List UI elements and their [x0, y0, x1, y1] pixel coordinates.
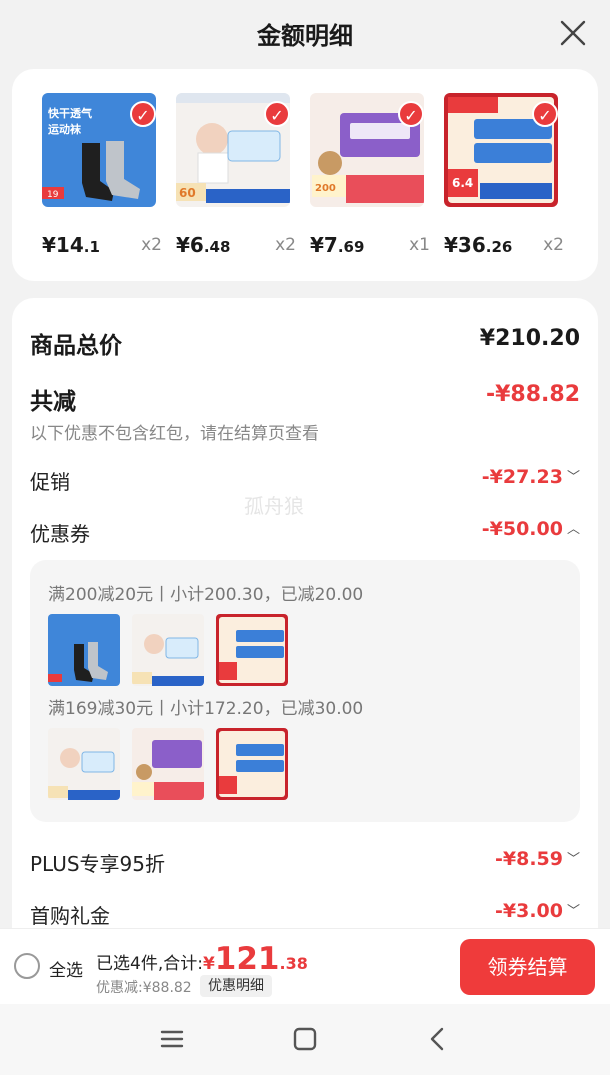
promo-row[interactable]: 促销 -¥27.23 ﹀: [30, 466, 580, 494]
chevron-down-icon[interactable]: ﹀: [567, 900, 580, 919]
coupon-product-thumbnail: [216, 614, 288, 686]
reduce-total-row: 共减 -¥88.82: [30, 382, 580, 415]
chevron-up-icon[interactable]: ︿: [567, 518, 580, 537]
reduce-note: 以下优惠不包含红包，请在结算页查看: [30, 424, 319, 444]
total-price-value: ¥210.20: [479, 326, 580, 351]
svg-text:快干透气: 快干透气: [47, 106, 92, 120]
menu-icon[interactable]: [157, 1024, 187, 1054]
product-quantity: x2: [543, 235, 564, 255]
coupon-label: 优惠券: [30, 522, 90, 546]
product-quantity: x1: [409, 235, 430, 255]
selected-check-icon[interactable]: ✓: [130, 101, 156, 127]
product-item[interactable]: 6.4 ✓ ¥36.26 x2: [444, 93, 564, 257]
page-title: 金额明细: [257, 22, 353, 50]
system-navigation-bar: [0, 1004, 610, 1075]
checkout-bar: 全选 已选4件,合计:¥121.38 优惠减:¥88.82 优惠明细 领券结算: [0, 928, 610, 1004]
coupon-product-thumbnail: [132, 728, 204, 800]
product-quantity: x2: [275, 235, 296, 255]
home-icon[interactable]: [290, 1024, 320, 1054]
chevron-down-icon[interactable]: ﹀: [567, 848, 580, 867]
first-purchase-gift-row[interactable]: 首购礼金 -¥3.00 ﹀: [30, 900, 580, 928]
selected-products-card: 快干透气 运动袜 19 ✓ ¥14.1 x2 60 ✓ ¥6.48 x2 200…: [12, 69, 598, 281]
coupon-product-thumbnail: [48, 614, 120, 686]
select-all-radio[interactable]: [14, 953, 40, 979]
svg-text:6.4: 6.4: [452, 176, 473, 190]
svg-text:200: 200: [315, 183, 336, 194]
coupon-product-thumbnail: [48, 728, 120, 800]
close-icon[interactable]: [556, 16, 590, 50]
coupon-product-thumbnail: [132, 614, 204, 686]
coupon-value: -¥50.00: [481, 518, 563, 540]
product-item[interactable]: 快干透气 运动袜 19 ✓ ¥14.1 x2: [42, 93, 162, 257]
reduce-note-row: 以下优惠不包含红包，请在结算页查看: [30, 419, 580, 444]
order-total: ¥121.38: [202, 941, 308, 977]
selected-check-icon[interactable]: ✓: [264, 101, 290, 127]
coupon-group-title: 满200减20元丨小计200.30，已减20.00: [48, 585, 364, 605]
selected-summary: 已选4件,合计:¥121.38: [96, 941, 308, 977]
product-price: ¥7.69: [310, 233, 365, 257]
coupon-detail-box: 满200减20元丨小计200.30，已减20.00 满169减30元丨小计172…: [30, 560, 580, 822]
discount-amount: 优惠减:¥88.82: [96, 980, 192, 996]
total-price-row: 商品总价 ¥210.20: [30, 326, 580, 359]
svg-text:19: 19: [47, 190, 59, 200]
total-price-label: 商品总价: [30, 333, 122, 359]
svg-text:60: 60: [179, 186, 196, 200]
reduce-total-label: 共减: [30, 389, 76, 415]
select-all-label[interactable]: 全选: [49, 956, 83, 981]
product-quantity: x2: [141, 235, 162, 255]
header: 金额明细: [0, 0, 610, 64]
first-purchase-gift-value: -¥3.00: [495, 900, 563, 922]
plus-discount-row[interactable]: PLUS专享95折 -¥8.59 ﹀: [30, 848, 580, 876]
coupon-group-title: 满169减30元丨小计172.20，已减30.00: [48, 699, 364, 719]
product-price: ¥14.1: [42, 233, 100, 257]
promo-label: 促销: [30, 470, 70, 494]
reduce-total-value: -¥88.82: [485, 382, 580, 407]
svg-text:运动袜: 运动袜: [48, 122, 82, 136]
selected-check-icon[interactable]: ✓: [532, 101, 558, 127]
selected-count-text: 已选4件,合计:: [96, 954, 203, 974]
coupon-product-thumbnail: [216, 728, 288, 800]
chevron-down-icon[interactable]: ﹀: [567, 466, 580, 485]
promo-value: -¥27.23: [481, 466, 563, 488]
first-purchase-gift-label: 首购礼金: [30, 904, 110, 928]
checkout-button[interactable]: 领券结算: [460, 939, 595, 995]
watermark: 孤舟狼: [244, 494, 304, 518]
price-detail-card: 商品总价 ¥210.20 共减 -¥88.82 以下优惠不包含红包，请在结算页查…: [12, 298, 598, 938]
product-item[interactable]: 200 ✓ ¥7.69 x1: [310, 93, 430, 257]
discount-detail-button[interactable]: 优惠明细: [200, 975, 272, 997]
selected-check-icon[interactable]: ✓: [398, 101, 424, 127]
product-price: ¥36.26: [444, 233, 513, 257]
product-price: ¥6.48: [176, 233, 231, 257]
coupon-row[interactable]: 优惠券 -¥50.00 ︿: [30, 518, 580, 546]
plus-discount-value: -¥8.59: [495, 848, 563, 870]
back-icon[interactable]: [423, 1024, 453, 1054]
plus-discount-label: PLUS专享95折: [30, 852, 165, 876]
product-item[interactable]: 60 ✓ ¥6.48 x2: [176, 93, 296, 257]
